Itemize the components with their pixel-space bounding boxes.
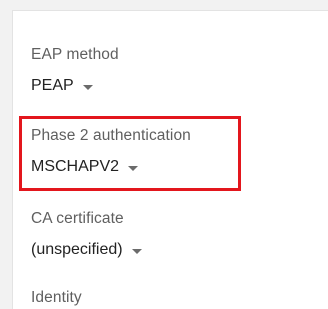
dropdown-arrow-icon [82,84,93,90]
eap-method-dropdown[interactable]: PEAP [31,77,119,95]
dropdown-arrow-icon [131,248,142,254]
phase2-auth-dropdown[interactable]: MSCHAPV2 [31,158,191,176]
eap-method-label: EAP method [31,46,119,63]
ca-certificate-label: CA certificate [31,210,124,227]
eap-method-value: PEAP [31,77,74,94]
ca-certificate-value: (unspecified) [31,241,123,258]
ca-certificate-dropdown[interactable]: (unspecified) [31,241,142,259]
phase2-auth-label: Phase 2 authentication [31,127,191,144]
identity-field: Identity [31,289,82,307]
ca-certificate-field: CA certificate (unspecified) [31,210,142,259]
identity-label: Identity [31,289,82,306]
wifi-settings-panel: EAP method PEAP Phase 2 authentication M… [12,10,328,309]
dropdown-arrow-icon [128,165,139,171]
phase2-auth-field: Phase 2 authentication MSCHAPV2 [31,127,191,176]
eap-method-field: EAP method PEAP [31,46,119,95]
phase2-auth-value: MSCHAPV2 [31,158,120,175]
